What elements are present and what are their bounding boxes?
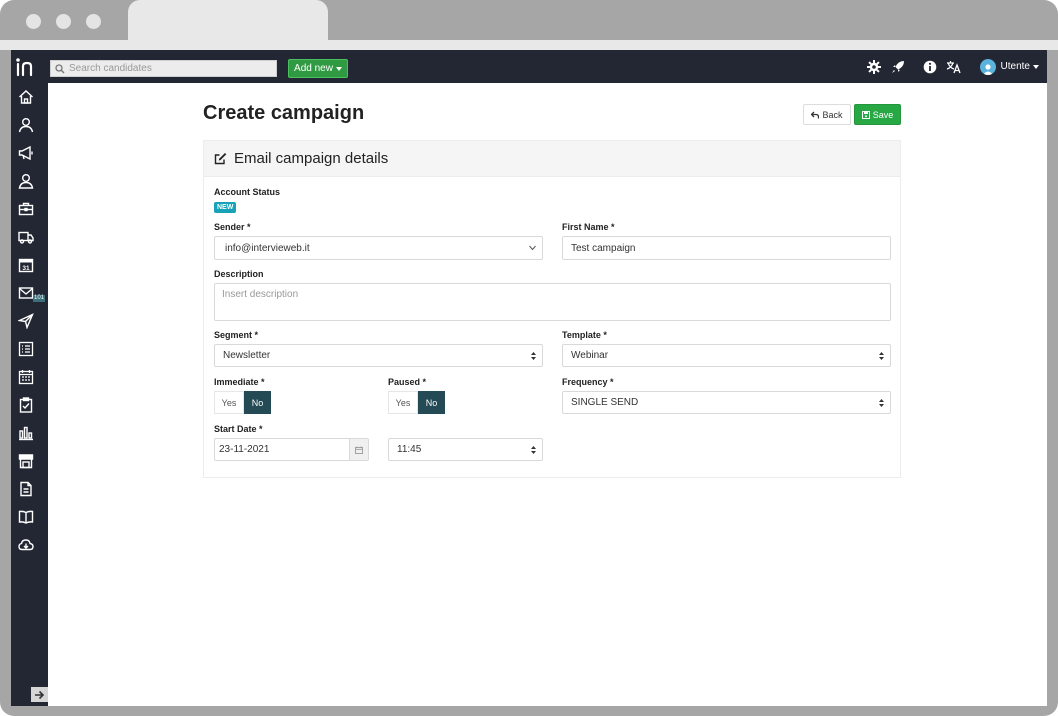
document-icon[interactable] <box>17 480 35 498</box>
segment-value: Newsletter <box>223 350 271 361</box>
sidebar: 31 101 <box>11 83 48 706</box>
arrow-right-icon <box>35 690 45 699</box>
calendar-31-icon[interactable]: 31 <box>17 256 35 274</box>
immediate-label: Immediate * <box>214 377 265 387</box>
undo-arrow-icon <box>811 111 820 118</box>
svg-text:31: 31 <box>22 265 30 272</box>
paused-label: Paused * <box>388 377 427 387</box>
clipboard-check-icon[interactable] <box>17 396 35 414</box>
paused-yes-option[interactable]: Yes <box>388 391 418 414</box>
browser-tab[interactable] <box>128 0 328 40</box>
panel-header: Email campaign details <box>204 141 900 177</box>
paper-plane-icon[interactable] <box>17 312 35 330</box>
search-icon <box>55 63 65 73</box>
first-name-label: First Name * <box>562 222 615 232</box>
storefront-icon[interactable] <box>17 452 35 470</box>
page-title: Create campaign <box>203 102 365 124</box>
rocket-icon[interactable] <box>886 55 910 79</box>
window-maximize-dot[interactable] <box>86 14 101 29</box>
description-placeholder: Insert description <box>222 289 299 300</box>
template-value: Webinar <box>571 350 609 361</box>
add-new-button[interactable]: Add new <box>288 59 348 78</box>
window-close-dot[interactable] <box>26 14 41 29</box>
browser-frame: Add new <box>0 0 1058 716</box>
caret-down-icon <box>1033 64 1039 69</box>
calendar-small-icon <box>355 446 363 454</box>
user-menu[interactable]: Utente <box>979 58 1039 75</box>
app-logo-icon[interactable] <box>15 57 37 77</box>
megaphone-icon[interactable] <box>17 144 35 162</box>
bar-chart-icon[interactable] <box>17 424 35 442</box>
immediate-yes-option[interactable]: Yes <box>214 391 244 414</box>
candidate-user-icon[interactable] <box>17 116 35 134</box>
back-button[interactable]: Back <box>803 104 851 125</box>
start-time-value: 11:45 <box>397 444 422 455</box>
immediate-no-option[interactable]: No <box>244 391 271 414</box>
first-name-value: Test campaign <box>571 242 636 254</box>
paused-no-option[interactable]: No <box>418 391 445 414</box>
segment-select[interactable]: Newsletter <box>214 344 543 367</box>
avatar <box>979 58 996 75</box>
mailbox-icon[interactable]: 101 <box>17 284 46 302</box>
campaign-details-panel: Email campaign details Account Status NE… <box>203 140 901 478</box>
search-input[interactable] <box>69 63 269 74</box>
back-label: Back <box>822 109 843 120</box>
sort-arrows-icon <box>879 351 884 360</box>
segment-label: Segment * <box>214 330 259 340</box>
open-book-icon[interactable] <box>17 508 35 526</box>
sender-value: info@intervieweb.it <box>225 242 310 254</box>
frequency-value: SINGLE SEND <box>571 397 639 408</box>
frequency-label: Frequency * <box>562 377 614 387</box>
search-box[interactable] <box>50 60 277 77</box>
frequency-select[interactable]: SINGLE SEND <box>562 391 891 414</box>
sender-label: Sender * <box>214 222 251 232</box>
edit-icon <box>214 153 227 165</box>
settings-gear-icon[interactable] <box>862 55 886 79</box>
sender-select[interactable]: info@intervieweb.it <box>214 236 543 260</box>
sort-arrows-icon <box>531 445 536 454</box>
sort-arrows-icon <box>531 351 536 360</box>
user-name: Utente <box>1000 61 1030 72</box>
mail-count-badge: 101 <box>33 295 46 302</box>
home-icon[interactable] <box>17 88 35 106</box>
immediate-toggle: Yes No <box>214 391 271 414</box>
start-time-select[interactable]: 11:45 <box>388 438 543 461</box>
browser-toolbar <box>0 40 1058 50</box>
checklist-icon[interactable] <box>17 340 35 358</box>
cloud-download-icon[interactable] <box>17 536 35 554</box>
truck-icon[interactable] <box>17 228 35 246</box>
briefcase-icon[interactable] <box>17 200 35 218</box>
sort-arrows-icon <box>879 398 884 407</box>
info-icon[interactable] <box>918 55 942 79</box>
chevron-down-icon <box>529 245 536 251</box>
status-badge: NEW <box>214 202 237 213</box>
start-date-value: 23-11-2021 <box>219 444 270 455</box>
template-label: Template * <box>562 330 607 340</box>
panel-title: Email campaign details <box>234 150 389 167</box>
description-label: Description <box>214 269 264 279</box>
template-select[interactable]: Webinar <box>562 344 891 367</box>
account-status-label: Account Status <box>214 187 281 197</box>
caret-down-icon <box>335 66 342 71</box>
save-button[interactable]: Save <box>854 104 901 125</box>
app-viewport: Add new <box>11 50 1047 706</box>
main-content: Create campaign Back Save Email campaign… <box>48 83 1047 706</box>
add-new-label: Add new <box>294 63 333 74</box>
description-textarea[interactable]: Insert description <box>214 283 891 321</box>
calendar-icon[interactable] <box>17 368 35 386</box>
start-date-label: Start Date * <box>214 424 263 434</box>
date-picker-button[interactable] <box>349 439 368 460</box>
first-name-input[interactable]: Test campaign <box>562 236 891 260</box>
save-label: Save <box>872 109 894 120</box>
sidebar-expand-button[interactable] <box>31 687 48 702</box>
window-minimize-dot[interactable] <box>56 14 71 29</box>
start-date-input[interactable]: 23-11-2021 <box>214 438 369 461</box>
contact-user-icon[interactable] <box>17 172 35 190</box>
floppy-disk-icon <box>861 110 870 119</box>
translate-icon[interactable] <box>942 55 966 79</box>
paused-toggle: Yes No <box>388 391 445 414</box>
top-navbar: Add new <box>11 50 1047 83</box>
